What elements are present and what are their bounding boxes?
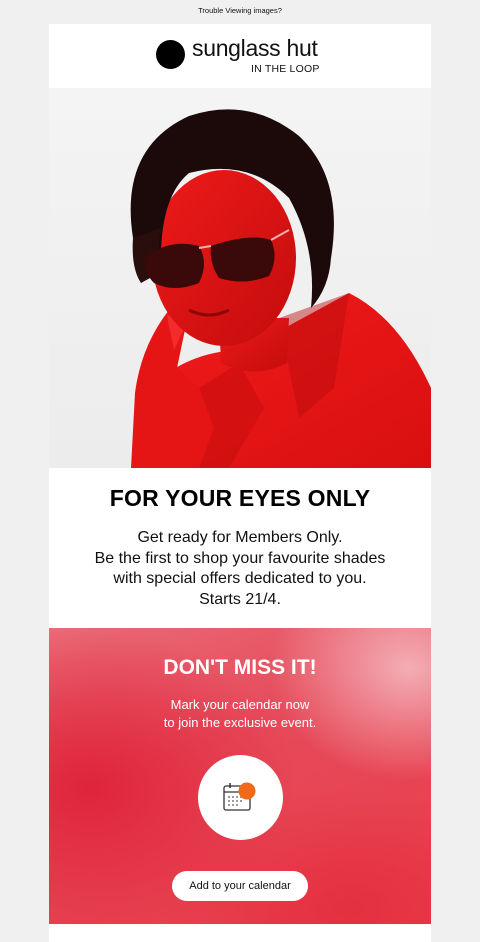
calendar-cta-section: DON'T MISS IT! Mark your calendar now to… xyxy=(49,628,431,924)
trouble-viewing-link[interactable]: Trouble Viewing images? xyxy=(0,0,480,24)
brand-tagline: IN THE LOOP xyxy=(251,63,320,75)
cta-title: DON'T MISS IT! xyxy=(163,656,317,679)
sunglass-hut-logo[interactable]: sunglass hut IN THE LOOP xyxy=(156,35,346,77)
email-body: sunglass hut IN THE LOOP FOR YOUR EYES O… xyxy=(49,24,431,942)
intro-line: Be the first to shop your favourite shad… xyxy=(94,549,386,567)
intro-line: with special offers dedicated to you. xyxy=(113,570,367,587)
cta-subtitle: Mark your calendar now to join the exclu… xyxy=(49,696,431,732)
email-header: sunglass hut IN THE LOOP xyxy=(49,24,431,88)
email-page: Trouble Viewing images? sunglass hut IN … xyxy=(0,0,480,942)
cta-line: to join the exclusive event. xyxy=(163,715,317,730)
hero-model-illustration xyxy=(130,109,431,468)
logo-circle-icon xyxy=(156,40,185,69)
intro-line: Starts 21/4. xyxy=(199,590,281,608)
calendar-icon xyxy=(223,782,256,811)
email-footer-strip xyxy=(49,924,431,942)
cta-line: Mark your calendar now xyxy=(170,697,310,712)
intro-section: FOR YOUR EYES ONLY Get ready for Members… xyxy=(49,468,431,628)
add-to-calendar-button[interactable]: Add to your calendar xyxy=(172,871,308,901)
intro-line: Get ready for Members Only. xyxy=(137,529,343,546)
hero-image[interactable] xyxy=(49,88,431,468)
calendar-icon-circle[interactable] xyxy=(198,755,283,840)
intro-body: Get ready for Members Only. Be the first… xyxy=(49,528,431,610)
intro-title: FOR YOUR EYES ONLY xyxy=(109,485,371,511)
brand-name: sunglass hut xyxy=(192,35,318,61)
